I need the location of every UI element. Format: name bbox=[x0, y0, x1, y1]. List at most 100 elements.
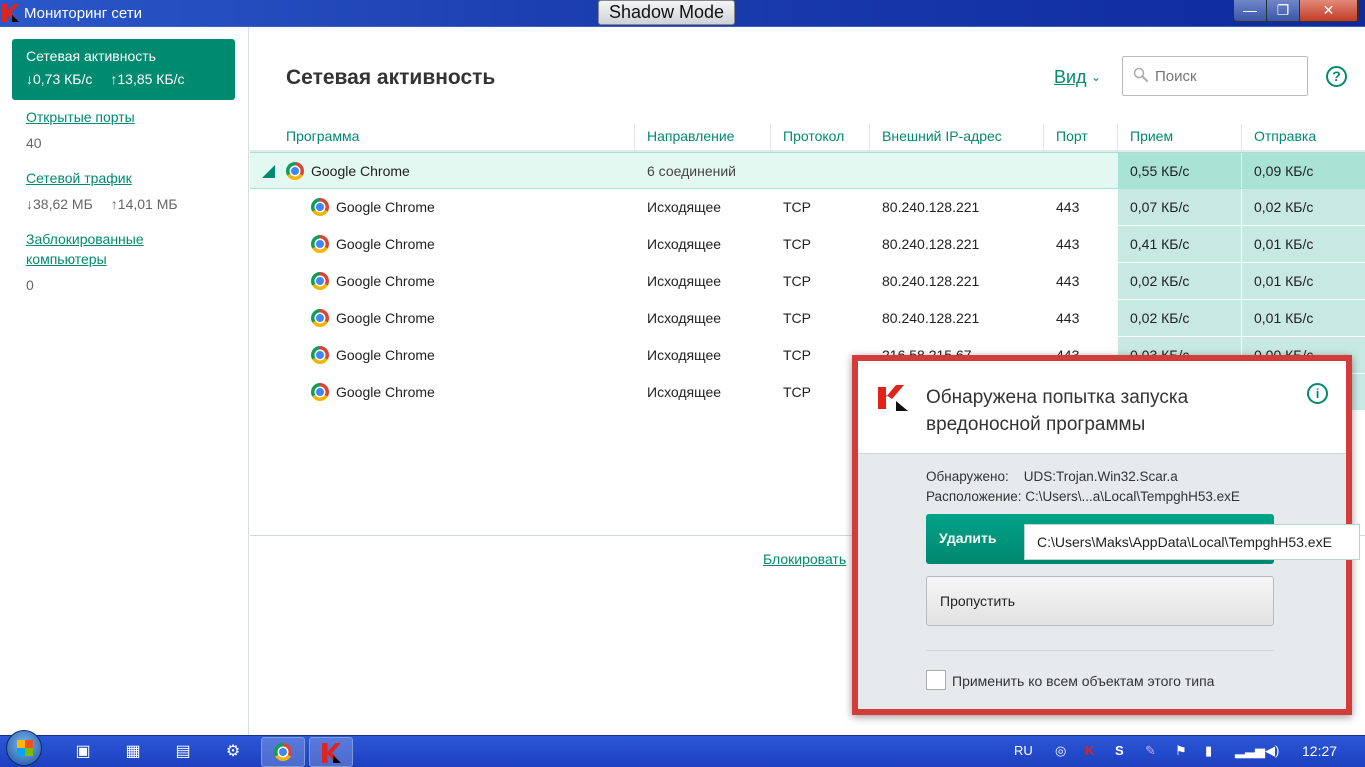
port: 443 bbox=[1056, 199, 1080, 215]
send-speed: 0,02 КБ/с bbox=[1254, 199, 1314, 215]
column-divider bbox=[1043, 124, 1044, 150]
minimize-button[interactable]: — bbox=[1234, 0, 1267, 21]
ip-address: 80.240.128.221 bbox=[882, 236, 980, 252]
network-app-icon[interactable]: ▤ bbox=[172, 741, 194, 763]
column-divider bbox=[770, 124, 771, 150]
port: 443 bbox=[1056, 310, 1080, 326]
kaspersky-logo-icon bbox=[322, 743, 341, 763]
sidebar-item-network-activity[interactable]: Сетевая активность ↓0,73 КБ/с ↑13,85 КБ/с bbox=[12, 39, 235, 100]
link-line2: компьютеры bbox=[26, 251, 107, 267]
column-header-receive[interactable]: Прием bbox=[1130, 128, 1173, 144]
dialog-header: Обнаружена попытка запуска вредоносной п… bbox=[858, 361, 1346, 454]
ip-address: 80.240.128.221 bbox=[882, 273, 980, 289]
volume-icon[interactable]: ◀) bbox=[1265, 743, 1279, 759]
chrome-icon bbox=[311, 383, 329, 401]
send-speed: 0,01 КБ/с bbox=[1254, 273, 1314, 289]
column-header-direction[interactable]: Направление bbox=[647, 128, 734, 144]
view-menu[interactable]: Вид bbox=[1054, 67, 1087, 88]
help-icon[interactable]: ? bbox=[1326, 66, 1347, 87]
column-header-port[interactable]: Порт bbox=[1056, 128, 1088, 144]
program-name: Google Chrome bbox=[336, 273, 435, 289]
receive-speed: 0,41 КБ/с bbox=[1130, 236, 1190, 252]
direction: Исходящее bbox=[647, 310, 722, 326]
protocol: TCP bbox=[783, 273, 811, 289]
table-row[interactable]: Google Chrome Исходящее TCP 80.240.128.221 4… bbox=[250, 189, 1365, 226]
column-header-ip[interactable]: Внешний IP-адрес bbox=[882, 128, 1002, 144]
taskbar-kaspersky[interactable] bbox=[309, 737, 353, 767]
send-speed: 0,01 КБ/с bbox=[1254, 236, 1314, 252]
port: 443 bbox=[1056, 236, 1080, 252]
program-name: Google Chrome bbox=[311, 163, 410, 179]
path-tooltip: C:\Users\Maks\AppData\Local\TempghH53.ex… bbox=[1024, 524, 1360, 560]
apply-all-label[interactable]: Применить ко всем объектам этого типа bbox=[952, 673, 1214, 689]
close-button[interactable]: ✕ bbox=[1300, 0, 1358, 21]
chevron-down-icon[interactable]: ⌄ bbox=[1091, 70, 1101, 84]
block-link[interactable]: Блокировать bbox=[763, 551, 846, 567]
monitor-app-icon[interactable]: ▣ bbox=[72, 741, 94, 763]
apply-all-checkbox[interactable] bbox=[926, 670, 946, 690]
sidebar-item-blocked-computers[interactable]: Заблокированные компьютеры bbox=[26, 229, 144, 269]
clock[interactable]: 12:27 bbox=[1302, 743, 1337, 759]
direction: Исходящее bbox=[647, 273, 722, 289]
upload-speed: ↑13,85 КБ/с bbox=[110, 71, 185, 87]
connections-count: 6 соединений bbox=[647, 163, 736, 179]
column-header-program[interactable]: Программа bbox=[286, 128, 359, 144]
chrome-icon bbox=[274, 743, 292, 761]
send-speed: 0,09 КБ/с bbox=[1254, 163, 1314, 179]
battery-icon[interactable]: ▮ bbox=[1205, 743, 1212, 759]
dialog-divider bbox=[926, 650, 1274, 651]
ip-address: 80.240.128.221 bbox=[882, 199, 980, 215]
traffic-down: ↓38,62 МБ bbox=[26, 196, 93, 212]
sidebar-item-open-ports[interactable]: Открытые порты bbox=[26, 107, 135, 127]
receive-speed: 0,07 КБ/с bbox=[1130, 199, 1190, 215]
skip-button[interactable]: Пропустить bbox=[926, 576, 1274, 626]
info-icon[interactable]: i bbox=[1307, 383, 1328, 404]
protocol: TCP bbox=[783, 199, 811, 215]
protocol: TCP bbox=[783, 236, 811, 252]
program-name: Google Chrome bbox=[336, 310, 435, 326]
table-group-row[interactable]: Google Chrome 6 соединений 0,55 КБ/с 0,0… bbox=[250, 152, 1365, 189]
direction: Исходящее bbox=[647, 236, 722, 252]
feather-tray-icon[interactable]: ✎ bbox=[1145, 743, 1156, 759]
title-bar: Мониторинг сети Shadow Mode — ❐ ✕ bbox=[0, 0, 1365, 27]
expand-triangle-icon[interactable] bbox=[262, 165, 275, 178]
download-speed: ↓0,73 КБ/с bbox=[26, 71, 93, 87]
chrome-icon bbox=[311, 198, 329, 216]
settings-gear-icon[interactable]: ⚙ bbox=[222, 741, 244, 763]
column-header-send[interactable]: Отправка bbox=[1254, 128, 1316, 144]
kaspersky-warning-tray-icon[interactable]: K bbox=[1085, 743, 1094, 758]
restore-button[interactable]: ❐ bbox=[1267, 0, 1300, 21]
cs-tray-icon[interactable]: S bbox=[1115, 743, 1124, 758]
receive-speed: 0,02 КБ/с bbox=[1130, 310, 1190, 326]
action-center-flag-icon[interactable]: ⚑ bbox=[1175, 743, 1187, 759]
chrome-icon bbox=[311, 346, 329, 364]
program-name: Google Chrome bbox=[336, 199, 435, 215]
program-name: Google Chrome bbox=[336, 384, 435, 400]
column-divider bbox=[634, 124, 635, 150]
sidebar: Сетевая активность ↓0,73 КБ/с ↑13,85 КБ/с… bbox=[0, 27, 249, 735]
column-divider bbox=[1241, 124, 1242, 150]
receive-speed: 0,02 КБ/с bbox=[1130, 273, 1190, 289]
puzzle-app-icon[interactable]: ▦ bbox=[122, 741, 144, 763]
search-input[interactable] bbox=[1122, 56, 1308, 96]
column-header-protocol[interactable]: Протокол bbox=[783, 128, 844, 144]
signal-icon[interactable]: ▂▃▅ bbox=[1235, 743, 1265, 759]
column-divider bbox=[1117, 124, 1118, 150]
shadow-mode-button[interactable]: Shadow Mode bbox=[598, 0, 735, 25]
table-row[interactable]: Google Chrome Исходящее TCP 80.240.128.221 4… bbox=[250, 300, 1365, 337]
detected-label: Обнаружено: bbox=[926, 469, 1009, 484]
column-divider bbox=[869, 124, 870, 150]
direction: Исходящее bbox=[647, 384, 722, 400]
malware-alert-dialog: Обнаружена попытка запуска вредоносной п… bbox=[852, 355, 1360, 715]
chrome-icon bbox=[311, 235, 329, 253]
table-row[interactable]: Google Chrome Исходящее TCP 80.240.128.221 4… bbox=[250, 226, 1365, 263]
taskbar-chrome[interactable] bbox=[261, 737, 305, 767]
sidebar-item-network-traffic[interactable]: Сетевой трафик bbox=[26, 168, 132, 188]
language-indicator[interactable]: RU bbox=[1014, 743, 1033, 758]
protocol: TCP bbox=[783, 310, 811, 326]
start-button[interactable] bbox=[6, 730, 42, 766]
send-speed: 0,01 КБ/с bbox=[1254, 310, 1314, 326]
protocol: TCP bbox=[783, 384, 811, 400]
tray-app-icon[interactable]: ◎ bbox=[1055, 743, 1066, 759]
table-row[interactable]: Google Chrome Исходящее TCP 80.240.128.221 4… bbox=[250, 263, 1365, 300]
